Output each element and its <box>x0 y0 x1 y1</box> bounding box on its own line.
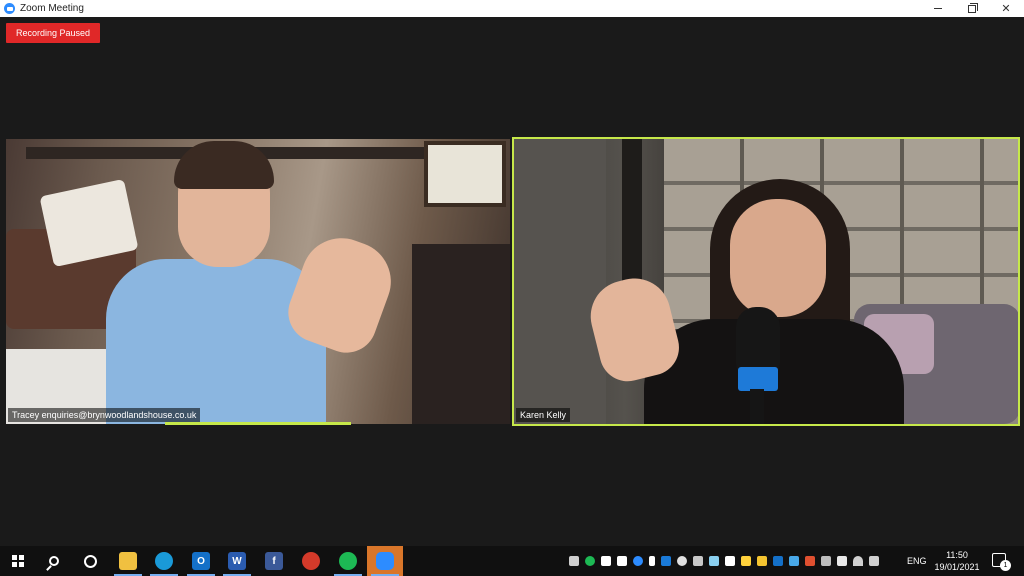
search-icon <box>49 556 59 566</box>
word-icon: W <box>228 552 246 570</box>
zoom-icon <box>376 552 394 570</box>
tray-app-icon-4[interactable] <box>741 556 751 566</box>
wifi-icon[interactable] <box>853 556 863 566</box>
cortana-icon <box>83 554 97 568</box>
participant-name-label: Karen Kelly <box>516 408 571 422</box>
video-tile-tracey[interactable]: Tracey enquiries@brynwoodlandshouse.co.u… <box>6 139 510 424</box>
tray-cloud-icon[interactable] <box>677 556 687 566</box>
system-tray <box>566 546 882 576</box>
tray-spotify-icon[interactable] <box>585 556 595 566</box>
scene-shelf <box>412 244 510 424</box>
minimize-button[interactable] <box>921 0 955 17</box>
tray-microphone-icon[interactable] <box>649 556 655 566</box>
participant-name-label: Tracey enquiries@brynwoodlandshouse.co.u… <box>8 408 201 422</box>
tray-dropbox-icon-2[interactable] <box>617 556 627 566</box>
app-icon <box>302 552 320 570</box>
windows-taskbar: O W f ENG 11:50 19/01/2021 1 <box>0 546 1024 576</box>
folder-icon <box>119 552 137 570</box>
tray-printer-icon[interactable] <box>821 556 831 566</box>
taskbar-outlook[interactable]: O <box>183 546 219 576</box>
audio-level-bar <box>165 422 351 425</box>
window-titlebar: Zoom Meeting ✕ <box>0 0 1024 17</box>
clock-time: 11:50 <box>946 550 968 560</box>
scene-picture-frame <box>424 141 506 207</box>
microphone-band <box>738 367 778 391</box>
taskbar-facebook[interactable]: f <box>256 546 292 576</box>
taskbar-spotify[interactable] <box>330 546 366 576</box>
taskbar-file-explorer[interactable] <box>110 546 146 576</box>
tray-security-icon[interactable] <box>725 556 735 566</box>
search-button[interactable] <box>36 546 72 576</box>
tray-app-icon[interactable] <box>569 556 579 566</box>
window-title: Zoom Meeting <box>20 3 84 14</box>
taskbar-edge[interactable] <box>146 546 182 576</box>
tray-app-icon-2[interactable] <box>693 556 703 566</box>
notification-count: 1 <box>1000 560 1011 571</box>
outlook-icon: O <box>192 552 210 570</box>
tray-app-icon-5[interactable] <box>789 556 799 566</box>
facebook-icon: f <box>265 552 283 570</box>
start-button[interactable] <box>0 546 36 576</box>
restore-icon <box>968 2 978 13</box>
recording-status-badge[interactable]: Recording Paused <box>6 23 100 43</box>
tray-alert-icon[interactable] <box>805 556 815 566</box>
tray-bluetooth-icon[interactable] <box>661 556 671 566</box>
taskbar-word[interactable]: W <box>219 546 255 576</box>
taskbar-clock[interactable]: 11:50 19/01/2021 <box>934 549 980 573</box>
clock-date: 19/01/2021 <box>934 562 980 572</box>
scene-curtain <box>514 139 606 424</box>
windows-icon <box>12 555 24 567</box>
tray-dropbox-icon[interactable] <box>601 556 611 566</box>
minimize-icon <box>934 8 942 9</box>
close-button[interactable]: ✕ <box>989 0 1023 17</box>
volume-icon[interactable] <box>869 556 879 566</box>
taskbar-zoom[interactable] <box>367 546 403 576</box>
tray-zoom-icon[interactable] <box>633 556 643 566</box>
microphone-stand <box>750 389 764 424</box>
edge-icon <box>155 552 173 570</box>
participant-body <box>106 259 326 424</box>
cortana-button[interactable] <box>72 546 108 576</box>
tray-network-icon[interactable] <box>837 556 847 566</box>
tray-mail-icon[interactable] <box>757 556 767 566</box>
close-icon: ✕ <box>1001 3 1011 15</box>
tray-app-icon-3[interactable] <box>709 556 719 566</box>
spotify-icon <box>339 552 357 570</box>
tray-outlook-icon[interactable] <box>773 556 783 566</box>
restore-button[interactable] <box>955 0 989 17</box>
taskbar-app[interactable] <box>293 546 329 576</box>
zoom-app-icon <box>4 3 15 14</box>
participant-face <box>730 199 826 317</box>
video-tile-karen[interactable]: Karen Kelly <box>512 137 1020 426</box>
language-indicator[interactable]: ENG <box>907 546 927 576</box>
